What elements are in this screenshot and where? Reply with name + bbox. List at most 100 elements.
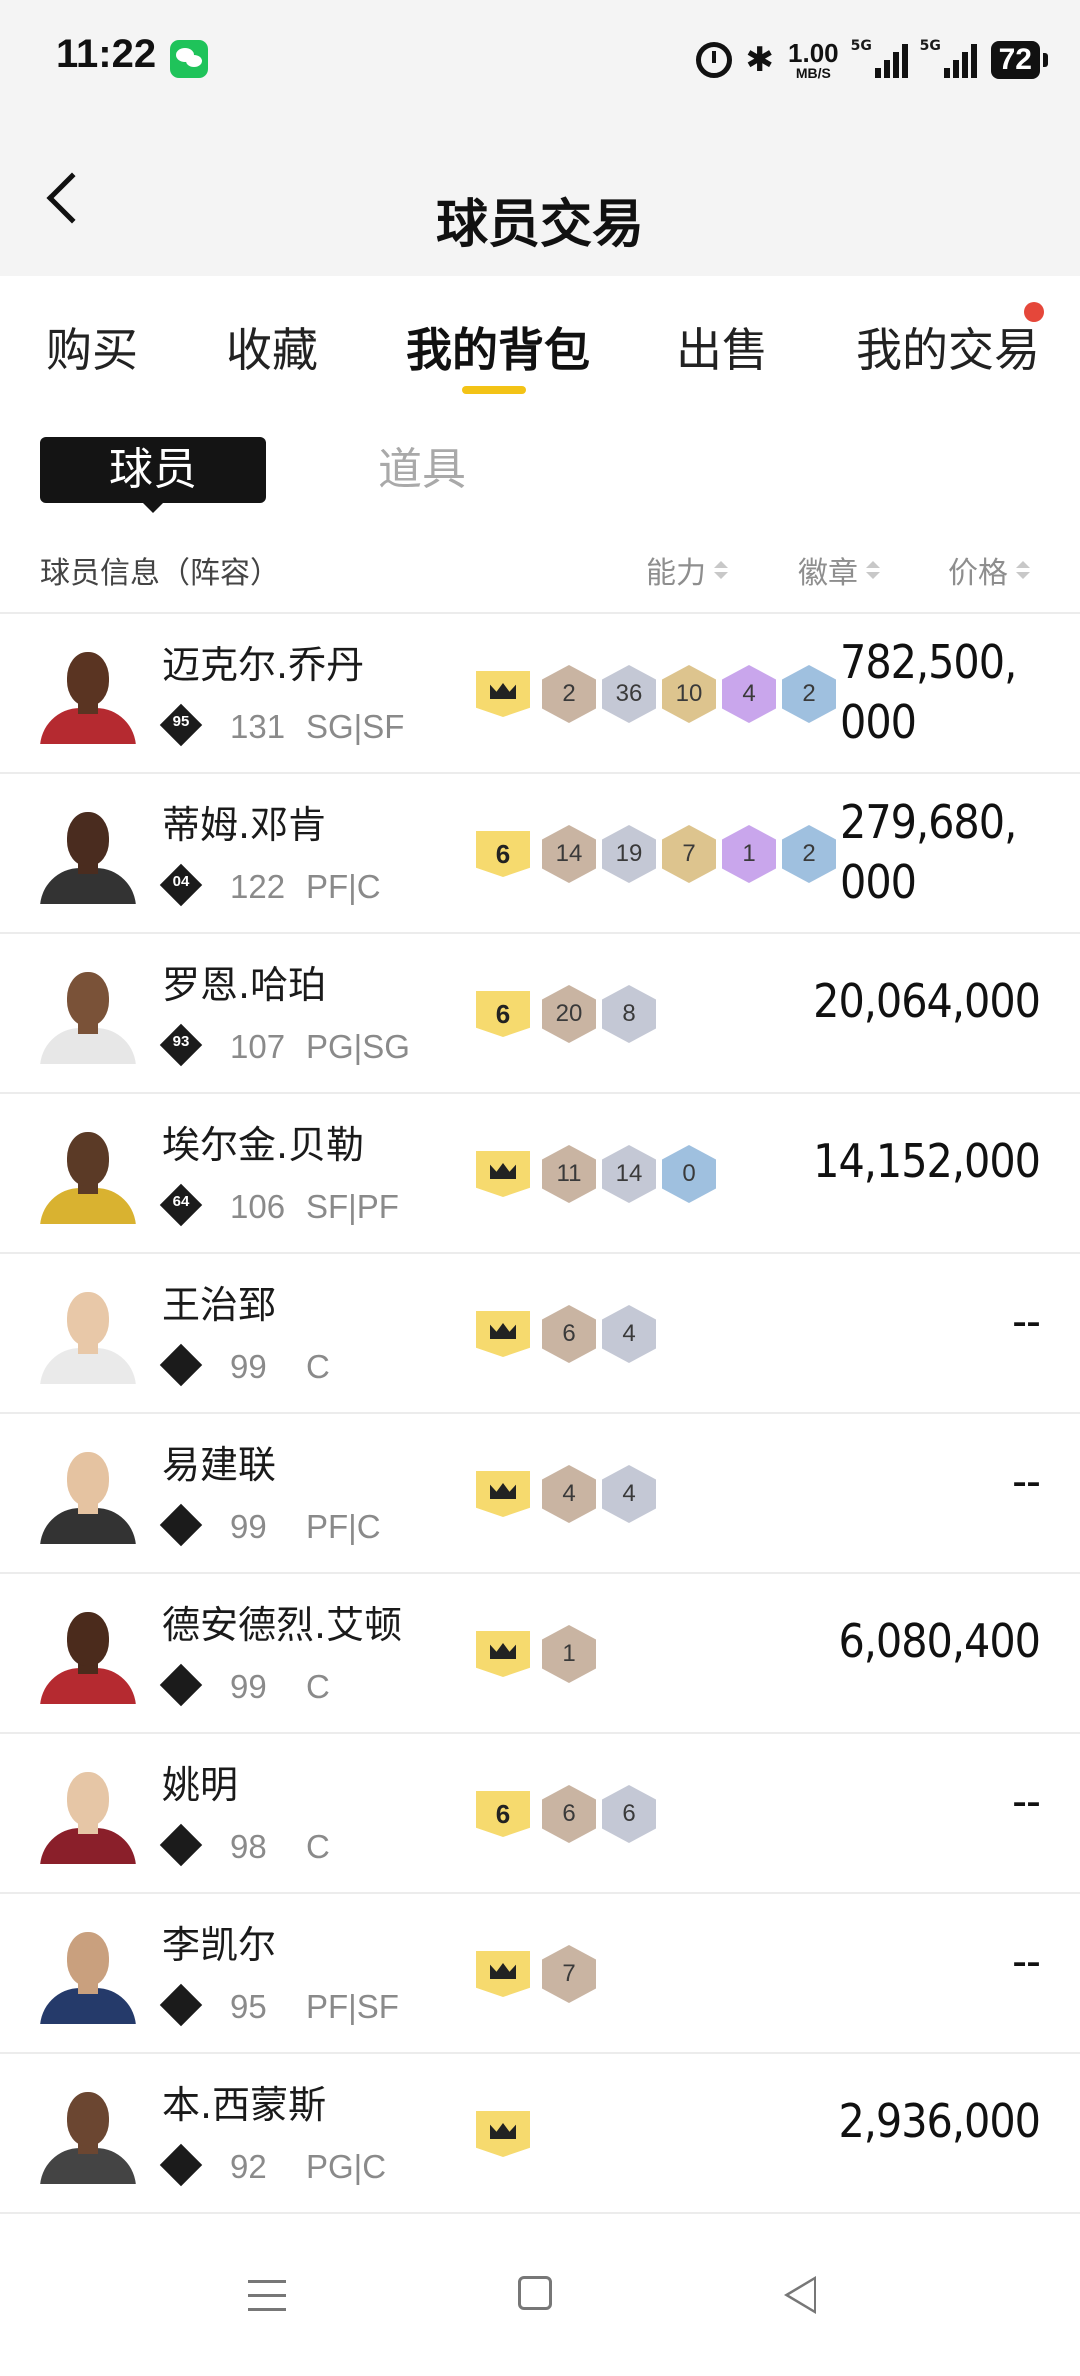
column-header: 球员信息（阵容） 能力 徽章 价格 <box>0 530 1080 614</box>
tier-label: 95 <box>172 713 190 730</box>
player-name: 罗恩.哈珀 <box>162 963 327 1007</box>
badge-group: 64 <box>476 1305 656 1363</box>
player-name: 蒂姆.邓肯 <box>162 803 327 847</box>
badge-silver: 14 <box>602 1145 656 1203</box>
bluetooth-icon: ✱ <box>745 40 775 80</box>
tab-favorites[interactable]: 收藏 <box>226 314 318 380</box>
badge-group: 2 36 10 4 2 <box>476 665 836 723</box>
crown-icon <box>490 2123 516 2139</box>
player-price: 14,152,000 <box>813 1134 1041 1188</box>
player-position: SF|PF <box>306 1188 399 1225</box>
player-position: PG|SG <box>306 1028 410 1065</box>
player-avatar <box>40 1284 136 1384</box>
segment-items[interactable]: 道具 <box>378 437 466 503</box>
player-price: -- <box>1012 1774 1041 1828</box>
player-position: SG|SF <box>306 708 405 745</box>
badge-blue: 2 <box>782 665 836 723</box>
badge-bronze: 4 <box>542 1465 596 1523</box>
badge-blue: 2 <box>782 825 836 883</box>
status-bar: 11:22 ✱ 1.00 MB/S 5G 5G 72 <box>0 0 1080 120</box>
player-price: -- <box>1012 1294 1041 1348</box>
network-speed: 1.00 MB/S <box>788 40 839 80</box>
segment-players[interactable]: 球员 <box>40 437 266 513</box>
player-avatar <box>40 1124 136 1224</box>
badge-purple: 4 <box>722 665 776 723</box>
badge-bronze: 6 <box>542 1305 596 1363</box>
player-position: C <box>306 1828 330 1865</box>
player-name: 王治郅 <box>162 1283 277 1327</box>
player-rating: 99 <box>230 1348 267 1385</box>
sort-ability[interactable]: 能力 <box>646 548 728 592</box>
tier-label: 04 <box>172 873 190 890</box>
tier-label: 93 <box>172 1033 190 1050</box>
player-price: 2,936,000 <box>838 2094 1041 2148</box>
tier-icon <box>159 1503 203 1547</box>
signal-2-label: 5G <box>919 38 941 54</box>
page-header: 球员交易 <box>0 120 1080 276</box>
sort-price[interactable]: 价格 <box>948 548 1030 592</box>
sort-ability-label: 能力 <box>646 556 706 591</box>
badge-group: 7 <box>476 1945 596 2003</box>
home-icon[interactable] <box>518 2276 552 2310</box>
tab-my-trades[interactable]: 我的交易 <box>856 314 1040 380</box>
badge-group: 6 20 8 <box>476 985 656 1043</box>
player-row[interactable]: 埃尔金.贝勒 64 106 SF|PF 11 14 0 14,152,000 <box>0 1094 1080 1254</box>
badge-silver: 19 <box>602 825 656 883</box>
player-row[interactable]: 姚明 98 C 6 6 6 -- <box>0 1734 1080 1894</box>
player-row[interactable]: 迈克尔.乔丹 95 131 SG|SF 2 36 10 4 2 782,500,000 <box>0 614 1080 774</box>
player-avatar <box>40 1444 136 1544</box>
player-row[interactable]: 德安德烈.艾顿 99 C 1 6,080,400 <box>0 1574 1080 1734</box>
tab-sell[interactable]: 出售 <box>676 314 768 380</box>
sort-badge-label: 徽章 <box>798 556 858 591</box>
level-badge <box>476 1311 530 1357</box>
player-position: C <box>306 1668 330 1705</box>
crown-icon <box>490 1483 516 1499</box>
player-price: -- <box>1012 1454 1041 1508</box>
player-row[interactable]: 罗恩.哈珀 93 107 PG|SG 6 20 8 20,064,000 <box>0 934 1080 1094</box>
badge-silver: 6 <box>602 1785 656 1843</box>
player-name: 埃尔金.贝勒 <box>162 1123 365 1167</box>
player-avatar <box>40 1764 136 1864</box>
badge-bronze: 20 <box>542 985 596 1043</box>
player-rating: 92 <box>230 2148 267 2185</box>
sort-icon <box>1016 561 1030 579</box>
tier-icon <box>159 1823 203 1867</box>
tab-my-backpack[interactable]: 我的背包 <box>406 314 590 380</box>
network-speed-unit: MB/S <box>795 65 831 81</box>
player-price: 279,680,000 <box>840 795 1017 909</box>
system-nav-bar <box>0 2228 1080 2376</box>
player-avatar <box>40 1924 136 2024</box>
badge-group: 666 <box>476 1785 656 1843</box>
signal-icon: 5G <box>851 38 908 78</box>
player-row[interactable]: 王治郅 99 C 6 4 -- <box>0 1254 1080 1414</box>
badge-silver: 4 <box>602 1305 656 1363</box>
sort-icon <box>866 561 880 579</box>
tab-buy[interactable]: 购买 <box>46 314 138 380</box>
back-icon[interactable] <box>784 2276 816 2314</box>
badge-gold: 7 <box>662 825 716 883</box>
player-row[interactable]: 蒂姆.邓肯 04 122 PF|C 6 14 19 7 1 2 279,680,000 <box>0 774 1080 934</box>
level-badge <box>476 2111 530 2157</box>
player-position: PF|C <box>306 868 381 905</box>
level-badge <box>476 671 530 717</box>
badge-purple: 1 <box>722 825 776 883</box>
notification-dot <box>1024 302 1044 322</box>
page-title: 球员交易 <box>435 195 644 255</box>
player-row[interactable]: 本.西蒙斯 92 PG|C 2,936,000 <box>0 2054 1080 2214</box>
badge-bronze: 1 <box>542 1625 596 1683</box>
player-rating: 99 <box>230 1508 267 1545</box>
badge-group: 44 <box>476 1465 656 1523</box>
badge-bronze: 11 <box>542 1145 596 1203</box>
badge-group: 6 14 19 7 1 2 <box>476 825 836 883</box>
player-position: PF|C <box>306 1508 381 1545</box>
level-badge: 6 <box>476 831 530 877</box>
player-row[interactable]: 易建联 99 PF|C 4 4 -- <box>0 1414 1080 1574</box>
player-position: PG|C <box>306 2148 387 2185</box>
sort-badge[interactable]: 徽章 <box>798 548 880 592</box>
player-row[interactable]: 李凯尔 95 PF|SF 7 -- <box>0 1894 1080 2054</box>
player-avatar <box>40 964 136 1064</box>
sort-price-label: 价格 <box>948 556 1008 591</box>
tier-icon <box>159 1343 203 1387</box>
menu-icon[interactable] <box>248 2280 286 2314</box>
player-rating: 107 <box>230 1028 286 1065</box>
